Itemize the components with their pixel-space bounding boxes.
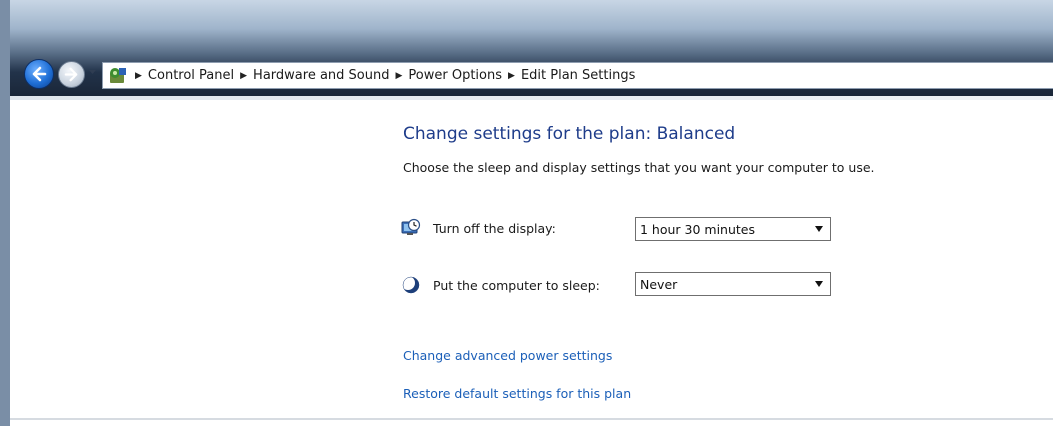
forward-arrow-icon bbox=[64, 67, 78, 82]
breadcrumb-control-panel[interactable]: Control Panel bbox=[148, 68, 234, 83]
breadcrumb-separator-icon[interactable]: ▶ bbox=[135, 71, 142, 81]
page-title: Change settings for the plan: Balanced bbox=[403, 124, 736, 144]
display-timeout-dropdown[interactable]: 1 hour 30 minutes bbox=[635, 217, 831, 241]
breadcrumb-separator-icon[interactable]: ▶ bbox=[240, 71, 247, 81]
window-left-border bbox=[0, 0, 10, 426]
breadcrumb-hardware-and-sound[interactable]: Hardware and Sound bbox=[253, 68, 389, 83]
breadcrumb-separator-icon[interactable]: ▶ bbox=[508, 71, 515, 81]
display-timeout-value: 1 hour 30 minutes bbox=[640, 221, 756, 237]
navigation-bar: ▶ Control Panel ▶ Hardware and Sound ▶ P… bbox=[10, 52, 1053, 92]
back-button[interactable] bbox=[24, 59, 54, 89]
restore-defaults-link[interactable]: Restore default settings for this plan bbox=[403, 386, 631, 401]
display-setting-label: Turn off the display: bbox=[433, 220, 556, 236]
back-arrow-icon bbox=[32, 66, 47, 82]
page-description: Choose the sleep and display settings th… bbox=[403, 160, 875, 175]
sleep-timeout-dropdown[interactable]: Never bbox=[635, 272, 831, 296]
main-content: Change settings for the plan: Balanced C… bbox=[10, 100, 1053, 418]
sleep-setting-label: Put the computer to sleep: bbox=[433, 277, 600, 293]
content-bottom-border bbox=[10, 418, 1053, 420]
breadcrumb-power-options[interactable]: Power Options bbox=[408, 68, 502, 83]
chevron-down-icon bbox=[815, 281, 823, 287]
monitor-clock-icon bbox=[401, 218, 421, 235]
breadcrumb-separator-icon[interactable]: ▶ bbox=[395, 71, 402, 81]
moon-icon bbox=[401, 276, 420, 294]
breadcrumb-edit-plan-settings[interactable]: Edit Plan Settings bbox=[521, 68, 635, 83]
display-setting-row: Turn off the display: bbox=[401, 214, 556, 242]
sleep-timeout-value: Never bbox=[640, 276, 678, 292]
advanced-power-settings-link[interactable]: Change advanced power settings bbox=[403, 348, 612, 363]
chevron-down-icon bbox=[815, 226, 823, 232]
recent-pages-chevron-down-icon[interactable] bbox=[88, 68, 97, 77]
control-panel-icon bbox=[110, 67, 126, 83]
forward-button[interactable] bbox=[58, 61, 85, 88]
address-bar[interactable]: ▶ Control Panel ▶ Hardware and Sound ▶ P… bbox=[102, 62, 1053, 89]
sleep-setting-row: Put the computer to sleep: bbox=[401, 271, 600, 299]
